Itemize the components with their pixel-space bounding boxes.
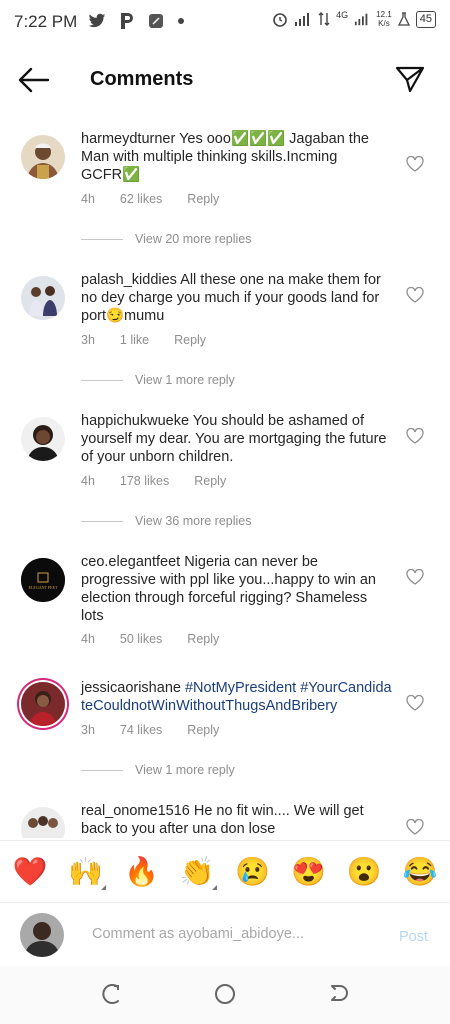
back-arrow-icon[interactable]	[18, 66, 50, 94]
avatar[interactable]	[21, 807, 65, 838]
view-replies-button[interactable]: View 36 more replies	[81, 514, 252, 528]
avatar[interactable]	[21, 135, 65, 179]
twitter-icon	[88, 13, 106, 28]
comment-likes[interactable]: 1 like	[120, 333, 149, 347]
emoji-fire[interactable]: 🔥	[119, 855, 163, 888]
reply-button[interactable]: Reply	[187, 192, 219, 206]
comment-username[interactable]: harmeydturner	[81, 131, 175, 147]
comment-text: happichukwueke You should be ashamed of …	[81, 412, 393, 466]
comment-composer: Post	[0, 902, 450, 967]
comment-text: harmeydturner Yes ooo✅✅✅ Jagaban the Man…	[81, 130, 393, 184]
heart-icon[interactable]	[406, 428, 424, 444]
flask-icon	[397, 12, 410, 26]
avatar[interactable]: ELEGANT FEET	[21, 558, 65, 602]
comment-time: 4h	[81, 632, 95, 646]
emoji-red-heart[interactable]: ❤️	[8, 855, 52, 888]
comment-username[interactable]: palash_kiddies	[81, 272, 177, 288]
app-square-icon	[149, 14, 163, 28]
comment-time: 4h	[81, 474, 95, 488]
page-title: Comments	[90, 68, 194, 90]
emoji-raised-hands[interactable]: 🙌	[64, 855, 108, 890]
emoji-quick-bar: ❤️ 🙌 🔥 👏 😢 😍 😮 😂	[0, 840, 450, 902]
avatar[interactable]	[21, 417, 65, 461]
emoji-heart-eyes[interactable]: 😍	[287, 855, 331, 888]
battery-indicator: 45	[415, 10, 436, 28]
emoji-crying[interactable]: 😢	[231, 855, 275, 888]
reply-button[interactable]: Reply	[194, 474, 226, 488]
emoji-laughing[interactable]: 😂	[398, 855, 442, 888]
heart-icon[interactable]	[406, 287, 424, 303]
view-replies-button[interactable]: View 20 more replies	[81, 232, 252, 246]
heart-icon[interactable]	[406, 819, 424, 835]
comment-text: jessicaorishane #NotMyPresident #YourCan…	[81, 679, 393, 715]
avatar-logo-text: ELEGANT FEET	[29, 585, 58, 590]
reply-button[interactable]: Reply	[187, 632, 219, 646]
comment-username[interactable]: ceo.elegantfeet	[81, 554, 180, 570]
comment-username[interactable]: jessicaorishane	[81, 680, 181, 696]
view-replies-label: View 36 more replies	[135, 514, 252, 528]
post-button[interactable]: Post	[399, 929, 428, 945]
heart-icon[interactable]	[406, 156, 424, 172]
reply-button[interactable]: Reply	[187, 723, 219, 737]
comments-list: harmeydturner Yes ooo✅✅✅ Jagaban the Man…	[0, 120, 450, 838]
signal-icon	[295, 13, 310, 26]
comment-time: 4h	[81, 192, 95, 206]
alarm-icon	[273, 13, 287, 27]
emoji-clapping[interactable]: 👏	[175, 855, 219, 890]
comment-text: palash_kiddies All these one na make the…	[81, 271, 393, 325]
comment-text: ceo.elegantfeet Nigeria can never be pro…	[81, 553, 393, 625]
comment-input[interactable]	[90, 925, 384, 943]
header: Comments	[0, 52, 450, 108]
user-avatar	[20, 913, 64, 957]
avatar[interactable]	[21, 276, 65, 320]
comment-time: 3h	[81, 723, 95, 737]
emoji-surprised[interactable]: 😮	[342, 855, 386, 888]
back-nav-icon[interactable]	[326, 982, 350, 1006]
home-icon[interactable]	[213, 982, 237, 1006]
network-type: 4G	[336, 10, 349, 20]
heart-icon[interactable]	[406, 695, 424, 711]
heart-icon[interactable]	[406, 569, 424, 585]
comment-likes[interactable]: 50 likes	[120, 632, 162, 646]
recent-apps-icon[interactable]	[100, 982, 124, 1006]
status-bar: 7:22 PM 4G 12.1 K/s 45	[0, 0, 450, 44]
comment-time: 3h	[81, 333, 95, 347]
view-replies-label: View 1 more reply	[135, 763, 235, 777]
p-app-icon	[121, 13, 133, 29]
status-time: 7:22 PM	[14, 12, 78, 31]
view-replies-label: View 20 more replies	[135, 232, 252, 246]
comment-username[interactable]: real_onome1516	[81, 803, 190, 819]
direct-send-icon[interactable]	[394, 64, 426, 94]
data-transfer-icon	[318, 12, 330, 26]
comment-text: real_onome1516 He no fit win.... We will…	[81, 802, 393, 838]
view-replies-label: View 1 more reply	[135, 373, 235, 387]
dot-icon	[178, 18, 184, 24]
avatar[interactable]	[21, 682, 65, 726]
comment-likes[interactable]: 62 likes	[120, 192, 162, 206]
signal-icon-2	[355, 13, 368, 26]
reply-button[interactable]: Reply	[174, 333, 206, 347]
comment-username[interactable]: happichukwueke	[81, 413, 189, 429]
comment-likes[interactable]: 178 likes	[120, 474, 169, 488]
system-nav-bar	[0, 966, 450, 1024]
network-speed-unit: K/s	[378, 19, 390, 28]
comment-likes[interactable]: 74 likes	[120, 723, 162, 737]
view-replies-button[interactable]: View 1 more reply	[81, 373, 235, 387]
network-speed-value: 12.1	[376, 10, 392, 19]
view-replies-button[interactable]: View 1 more reply	[81, 763, 235, 777]
